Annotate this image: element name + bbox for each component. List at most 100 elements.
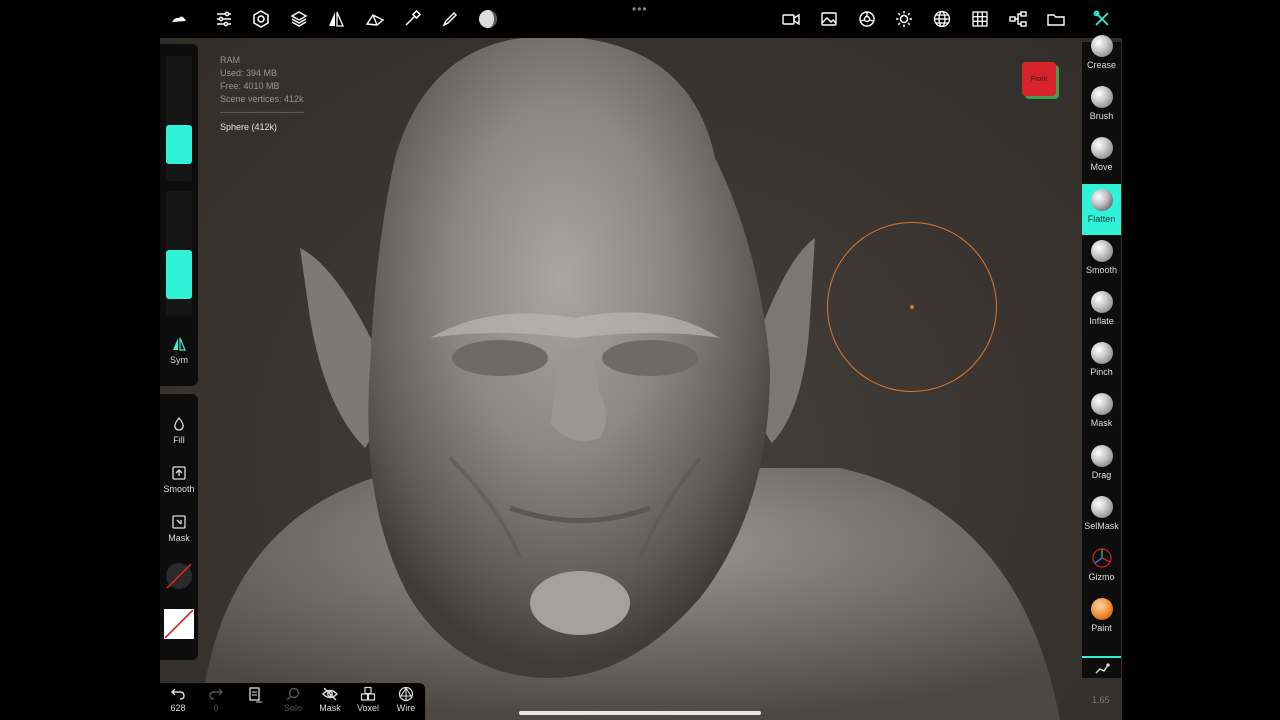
fill-button[interactable]: Fill xyxy=(160,416,198,445)
gear-icon[interactable] xyxy=(248,6,274,32)
tool-mask[interactable]: Mask xyxy=(1082,388,1121,439)
tool-move[interactable]: Move xyxy=(1082,132,1121,183)
wireframe-button[interactable]: Wire xyxy=(388,686,424,713)
tool-drag[interactable]: Drag xyxy=(1082,440,1121,491)
app-version: 1.65 xyxy=(1092,695,1110,705)
sym-label: Sym xyxy=(170,355,188,365)
smooth-tool-label: Smooth xyxy=(1085,264,1118,275)
selected-mesh: Sphere (412k) xyxy=(220,122,278,132)
move-brush-icon xyxy=(1090,137,1113,160)
image-icon[interactable] xyxy=(816,6,842,32)
topology-icon[interactable] xyxy=(362,6,388,32)
symmetry-icon xyxy=(173,337,186,351)
folder-icon[interactable] xyxy=(1043,6,1069,32)
flatten-tool-label: Flatten xyxy=(1087,213,1116,224)
layers-list-button[interactable] xyxy=(237,686,273,705)
undo-button[interactable]: 628 xyxy=(160,686,196,713)
selmask-brush-icon xyxy=(1090,495,1113,518)
smooth-brush-icon xyxy=(1090,239,1113,262)
radius-slider[interactable] xyxy=(166,56,192,181)
view-cube[interactable]: Front xyxy=(1022,62,1060,98)
sculpted-head-model[interactable] xyxy=(160,38,1122,720)
pinch-brush-icon xyxy=(1090,342,1113,365)
eye-off-icon xyxy=(322,687,338,701)
tool-smooth[interactable]: Smooth xyxy=(1082,235,1121,286)
mask-visibility-button[interactable]: Mask xyxy=(312,686,348,713)
settings-sliders-icon[interactable] xyxy=(211,6,237,32)
brush-radius-cursor xyxy=(827,222,997,392)
brush-tool-label: Brush xyxy=(1089,111,1114,122)
gizmo-tool-label: Gizmo xyxy=(1088,572,1115,582)
camera-icon[interactable] xyxy=(778,6,804,32)
sym-button[interactable]: Sym xyxy=(160,336,198,365)
grid-sphere-icon[interactable] xyxy=(929,6,955,32)
grid-icon[interactable] xyxy=(967,6,993,32)
voxel-cubes-icon xyxy=(360,686,376,701)
selmask-tool-label: SelMask xyxy=(1084,520,1119,531)
tool-gizmo[interactable]: Gizmo xyxy=(1082,542,1121,593)
smooth-label: Smooth xyxy=(163,484,195,494)
light-icon[interactable] xyxy=(891,6,917,32)
eyedropper-icon[interactable] xyxy=(399,6,425,32)
inflate-tool-label: Inflate xyxy=(1089,316,1114,326)
pinch-tool-label: Pinch xyxy=(1090,367,1113,378)
stats-separator: ---------------------------- xyxy=(220,107,304,117)
redo-button[interactable]: 0 xyxy=(198,686,234,713)
gizmo-brush-icon xyxy=(1091,547,1113,569)
brush-settings-button[interactable] xyxy=(1082,656,1121,678)
drop-icon xyxy=(174,416,184,431)
pen-icon[interactable] xyxy=(437,6,463,32)
view-cube-front-label[interactable]: Front xyxy=(1022,62,1056,96)
symmetry-icon[interactable] xyxy=(323,6,349,32)
mask-button[interactable]: Mask xyxy=(160,514,198,543)
document-list-icon xyxy=(249,687,262,703)
smooth-button[interactable]: Smooth xyxy=(160,465,198,494)
bottom-toolbar: 628 0 Solo Mask Voxel Wire xyxy=(160,683,425,720)
crease-tool-label: Crease xyxy=(1086,60,1116,70)
intensity-slider-fill xyxy=(166,250,192,299)
layers-icon[interactable] xyxy=(286,6,312,32)
tool-crease[interactable]: Crease xyxy=(1082,30,1121,81)
ram-title: RAM xyxy=(220,55,240,65)
tool-paint[interactable]: Paint xyxy=(1082,593,1121,644)
wire-label: Wire xyxy=(396,703,416,713)
tool-flatten[interactable]: Flatten xyxy=(1082,183,1121,235)
tool-brush[interactable]: Brush xyxy=(1082,81,1121,132)
scene-vertices: Scene vertices: 412k xyxy=(220,94,304,104)
no-color-icon xyxy=(164,609,194,639)
drag-tool-label: Drag xyxy=(1091,469,1112,480)
upload-square-icon xyxy=(172,466,186,480)
tool-inflate[interactable]: Inflate xyxy=(1082,286,1121,337)
brush-settings-icon xyxy=(1095,663,1110,674)
shading-icon[interactable] xyxy=(854,6,880,32)
ram-free: Free: 4010 MB xyxy=(220,81,280,91)
scene-tree-icon[interactable] xyxy=(1005,6,1031,32)
sculpt-viewport[interactable]: RAM Used: 394 MB Free: 4010 MB Scene ver… xyxy=(160,38,1122,720)
fill-label: Fill xyxy=(173,435,185,445)
move-tool-label: Move xyxy=(1090,162,1113,173)
brush-center-dot xyxy=(910,305,914,309)
solo-label: Solo xyxy=(283,703,302,713)
intensity-slider[interactable] xyxy=(166,191,192,316)
inflate-brush-icon xyxy=(1090,291,1113,313)
solo-button[interactable]: Solo xyxy=(275,686,311,713)
voxel-label: Voxel xyxy=(356,703,380,713)
mask-label: Mask xyxy=(168,533,190,543)
paint-tool-label: Paint xyxy=(1091,623,1112,634)
tool-selmask[interactable]: SelMask xyxy=(1082,491,1121,542)
drag-brush-icon xyxy=(1090,444,1113,467)
matcap-icon[interactable] xyxy=(475,6,501,32)
material-color-button[interactable] xyxy=(160,562,198,593)
ram-used: Used: 394 MB xyxy=(220,68,278,78)
matcap-sphere-icon xyxy=(166,563,192,589)
cloud-icon[interactable] xyxy=(166,6,192,32)
menu-dots-icon[interactable]: ••• xyxy=(632,2,648,16)
radius-slider-fill xyxy=(166,125,192,164)
paint-brush-icon xyxy=(1090,598,1113,621)
home-indicator[interactable] xyxy=(519,711,761,715)
paint-color-button[interactable] xyxy=(160,609,198,642)
tool-pinch[interactable]: Pinch xyxy=(1082,337,1121,388)
voxel-button[interactable]: Voxel xyxy=(350,686,386,713)
tools-icon[interactable] xyxy=(1089,6,1115,32)
undo-count: 628 xyxy=(170,703,186,713)
